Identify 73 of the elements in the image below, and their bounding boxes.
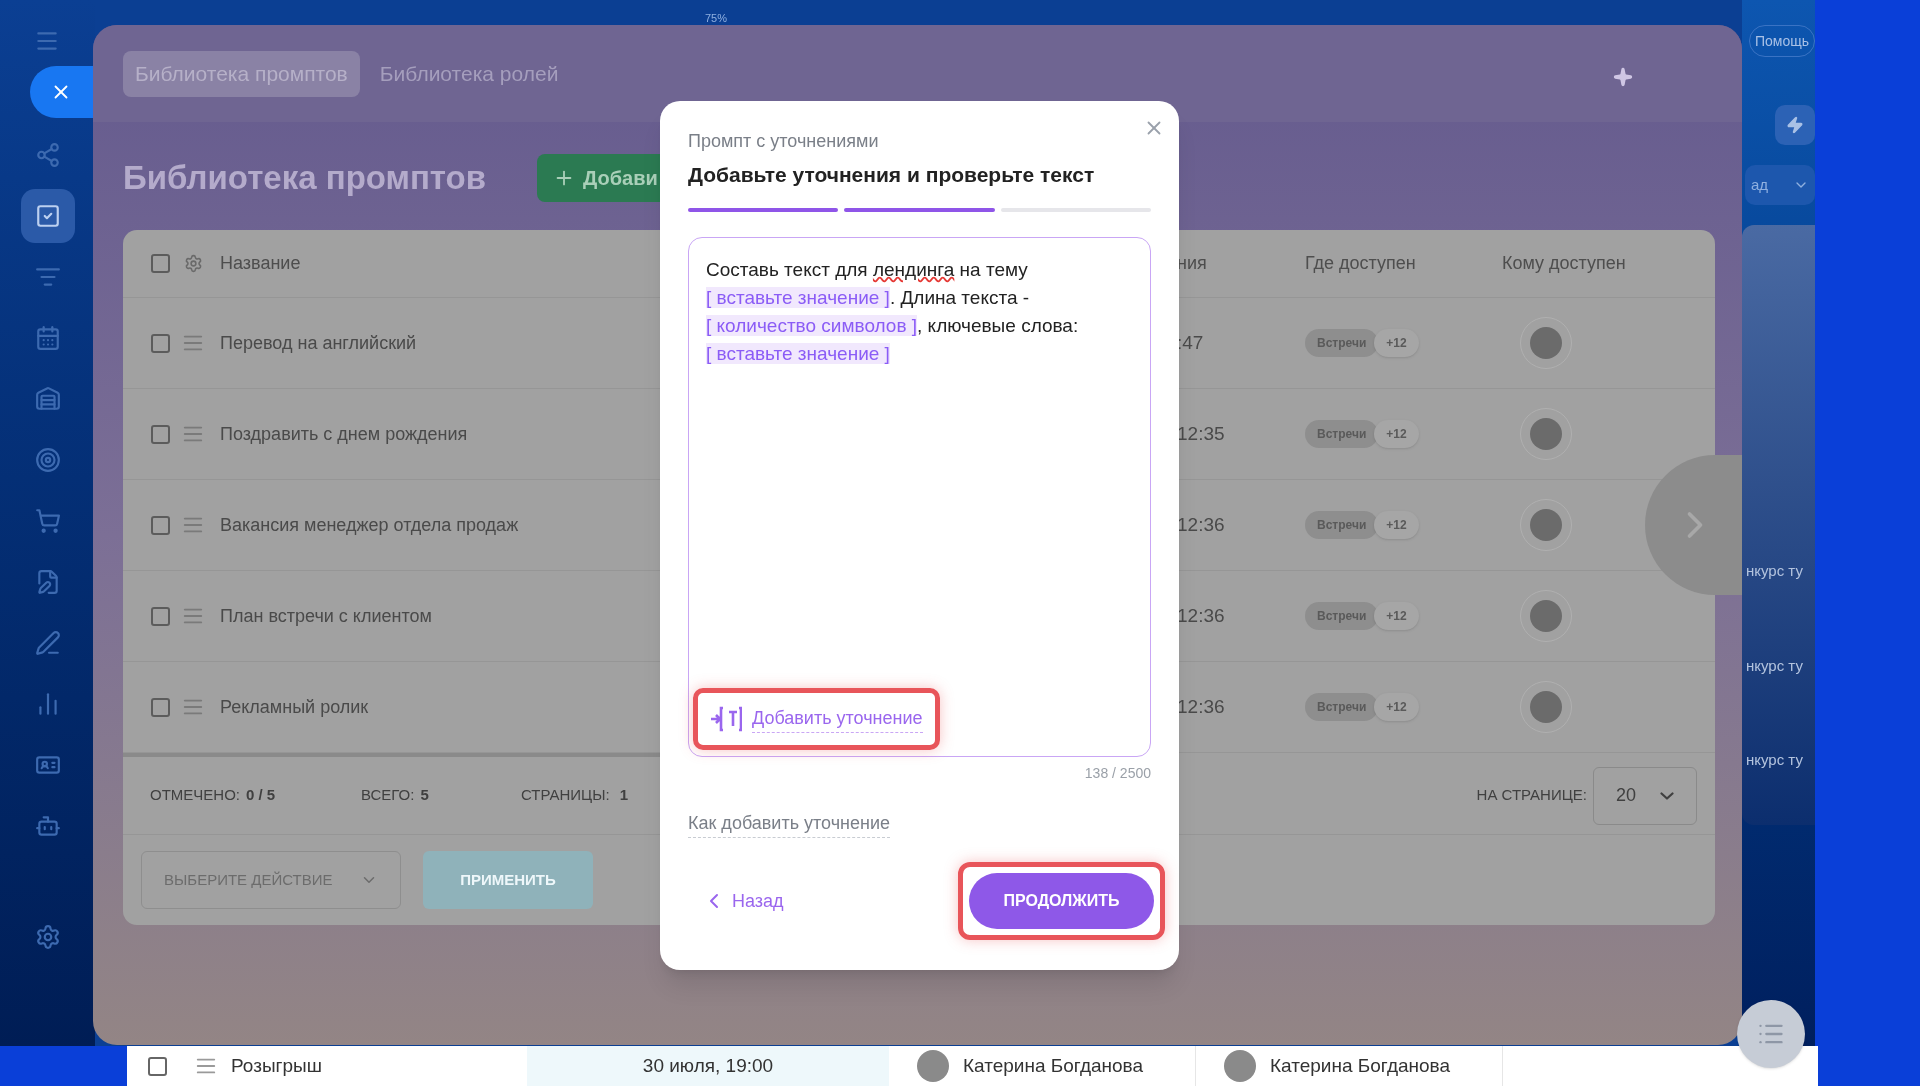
checkbox-icon [34,203,61,229]
total-label: ВСЕГО: [361,785,415,806]
continue-button[interactable]: ПРОДОЛЖИТЬ [969,873,1154,929]
column-header: Где доступен [1305,253,1416,273]
chevron-down-icon [1660,791,1674,800]
tag-count[interactable]: +12 [1374,511,1419,539]
lightning-button[interactable] [1775,105,1815,145]
avatar [917,1050,949,1082]
insert-field-icon [710,705,742,732]
settings-icon[interactable] [184,254,203,273]
nodes-icon [34,142,61,168]
table-cell-text: 12:35 [1177,421,1226,446]
back-button[interactable]: Назад [702,887,784,915]
table-cell: План встречи с клиентом [220,605,432,626]
table-cell: 30 июля, 19:00 [527,1046,889,1086]
help-link[interactable]: Как добавить уточнение [688,809,891,838]
add-clarification-link[interactable]: Добавить уточнение [693,687,940,750]
table-cell: Перевод на английский [220,332,417,353]
pages-label: СТРАНИЦЫ: [521,785,610,806]
checkbox[interactable] [151,606,170,626]
table-cell-text: :47 [1177,330,1205,355]
marked-label: ОТМЕЧЕНО: [150,785,240,806]
lightning-icon [1786,116,1804,134]
checkbox[interactable] [151,424,170,444]
per-page-label: НА СТРАНИЦЕ: [1476,785,1587,806]
pen-icon [34,630,61,656]
column-header: Кому доступен [1502,253,1626,273]
table-cell-text: Розыгрыш [231,1053,323,1078]
person-name: Катерина Богданова [1270,1053,1451,1078]
person-name: Катерина Богданова [963,1053,1144,1078]
character-counter: 138 / 2500 [1084,763,1151,783]
list-item-text: нкурс ту [1745,561,1804,581]
robot-icon [34,813,61,839]
dialog-subtitle: Промпт с уточнениями [688,130,880,153]
per-page-select[interactable]: 20 [1593,766,1697,825]
table-cell: Вакансия менеджер отдела продаж [220,514,519,535]
building-icon [34,386,61,412]
tag-count[interactable]: +12 [1374,602,1419,630]
checkbox[interactable] [147,1056,167,1076]
table-cell-text: 12:36 [1177,694,1226,719]
pages-value: 1 [619,785,628,806]
add-button[interactable]: Добави [537,153,660,202]
close-button[interactable] [30,66,95,118]
cart-icon [34,508,61,534]
dropdown[interactable]: ад [1745,165,1815,205]
prompt-editor[interactable]: Составь текст для лендинга на тему [ вставьте значение ]. Длина текста - [ количество символов ], ключевые слова: [ вставьте значение ] Добавить уточнение [688,236,1151,757]
sparkle-icon [1613,67,1633,87]
table-cell: Рекламный ролик [220,696,369,717]
target-icon [34,447,61,473]
zoom-label: 75% [705,11,728,26]
marked-value: 0 / 5 [246,785,276,806]
checkbox[interactable] [151,333,170,353]
sidebar-item[interactable] [20,189,75,243]
tag-count[interactable]: +12 [1374,693,1419,721]
avatar [1224,1050,1256,1082]
total-value: 5 [420,785,429,806]
calendar-icon [34,325,61,351]
prompt-text: Составь текст для лендинга на тему [ вставьте значение ]. Длина текста - [ количество символов ], ключевые слова: [ вставьте значение ] [706,257,1080,366]
column-header: Название [220,253,301,273]
list-item-text: нкурс ту [1745,655,1804,676]
checkbox[interactable] [151,697,170,717]
dialog-title: Добавьте уточнения и проверьте текст [688,162,1096,188]
tag-count[interactable]: +12 [1374,420,1419,448]
table-cell-text: 12:36 [1177,603,1226,628]
page-title: Библиотека промптов [123,158,487,196]
checkbox[interactable] [151,515,170,535]
tag-count[interactable]: +12 [1374,329,1419,357]
settings-icon [34,924,61,950]
tab[interactable]: Библиотека ролей [367,50,571,97]
table-cell-text: 12:36 [1177,512,1226,537]
checkbox[interactable] [151,254,170,273]
table-cell: Поздравить с днем рождения [220,423,468,444]
list-item-text: нкурс ту [1745,750,1804,770]
